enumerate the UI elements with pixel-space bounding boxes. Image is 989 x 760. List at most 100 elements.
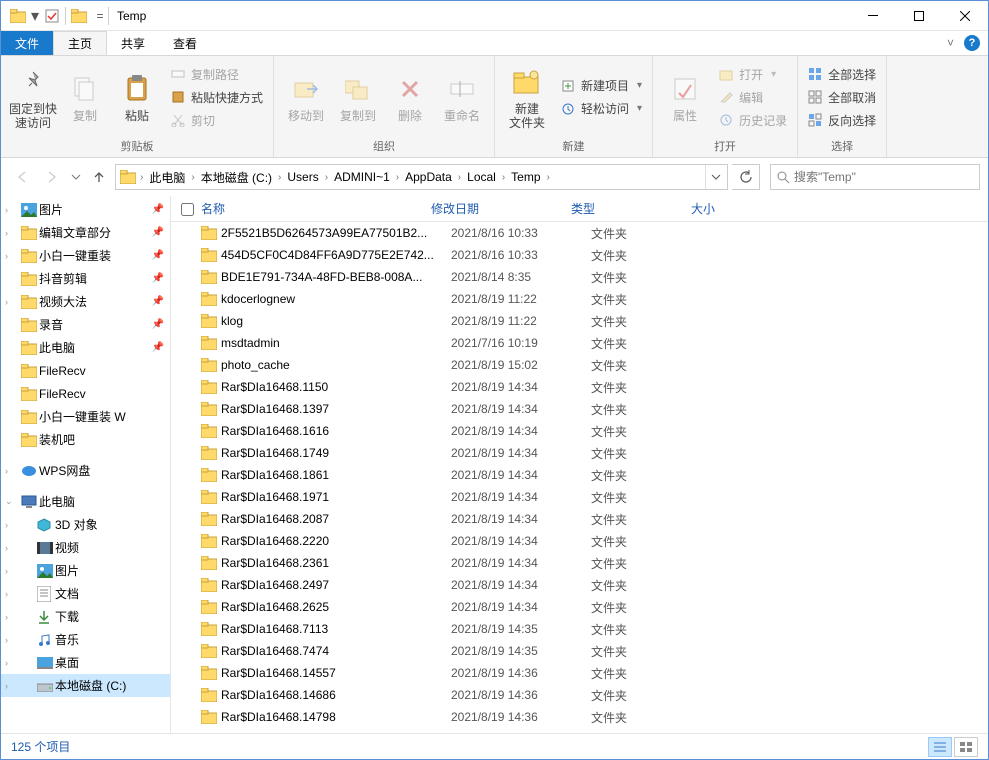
breadcrumb-segment[interactable]: 此电脑 <box>145 169 189 186</box>
properties-button[interactable]: 属性 <box>659 59 711 135</box>
table-row[interactable]: Rar$DIa16468.145572021/8/19 14:36文件夹 <box>171 662 988 684</box>
expand-icon[interactable]: › <box>5 205 8 215</box>
invert-selection-button[interactable]: 反向选择 <box>804 109 880 131</box>
breadcrumb[interactable]: › 此电脑›本地磁盘 (C:)›Users›ADMINI~1›AppData›L… <box>115 164 728 190</box>
search-input[interactable] <box>794 170 973 184</box>
new-folder-button[interactable]: 新建 文件夹 <box>501 59 553 135</box>
maximize-button[interactable] <box>896 1 942 30</box>
nav-item[interactable]: ⌄此电脑 <box>1 490 170 513</box>
table-row[interactable]: Rar$DIa16468.20872021/8/19 14:34文件夹 <box>171 508 988 530</box>
tab-home[interactable]: 主页 <box>53 31 107 55</box>
chevron-right-icon[interactable]: › <box>545 172 552 183</box>
properties-icon[interactable] <box>41 5 63 27</box>
nav-item[interactable]: 此电脑📌 <box>1 336 170 359</box>
easy-access-button[interactable]: 轻松访问▾ <box>557 98 646 120</box>
table-row[interactable]: Rar$DIa16468.22202021/8/19 14:34文件夹 <box>171 530 988 552</box>
chevron-right-icon[interactable]: › <box>138 172 145 183</box>
table-row[interactable]: Rar$DIa16468.16162021/8/19 14:34文件夹 <box>171 420 988 442</box>
nav-item[interactable]: FileRecv <box>1 359 170 382</box>
expand-icon[interactable]: › <box>5 520 8 530</box>
tab-file[interactable]: 文件 <box>1 31 53 55</box>
chevron-right-icon[interactable]: › <box>500 172 507 183</box>
tab-share[interactable]: 共享 <box>107 31 159 55</box>
move-to-button[interactable]: 移动到 <box>280 59 332 135</box>
expand-icon[interactable]: › <box>5 466 8 476</box>
nav-item[interactable]: ›3D 对象 <box>1 513 170 536</box>
delete-button[interactable]: 删除 <box>384 59 436 135</box>
nav-item[interactable]: 录音📌 <box>1 313 170 336</box>
collapse-ribbon-icon[interactable]: ˅ <box>947 36 954 50</box>
paste-button[interactable]: 粘贴 <box>111 59 163 135</box>
table-row[interactable]: msdtadmin2021/7/16 10:19文件夹 <box>171 332 988 354</box>
table-row[interactable]: Rar$DIa16468.146862021/8/19 14:36文件夹 <box>171 684 988 706</box>
close-button[interactable] <box>942 1 988 30</box>
select-all-button[interactable]: 全部选择 <box>804 63 880 85</box>
table-row[interactable]: kdocerlognew2021/8/19 11:22文件夹 <box>171 288 988 310</box>
open-button[interactable]: 打开▾ <box>715 63 791 85</box>
expand-icon[interactable]: › <box>5 612 8 622</box>
table-row[interactable]: Rar$DIa16468.147982021/8/19 14:36文件夹 <box>171 706 988 728</box>
nav-item[interactable]: ›桌面 <box>1 651 170 674</box>
chevron-right-icon[interactable]: › <box>276 172 283 183</box>
copy-to-button[interactable]: 复制到 <box>332 59 384 135</box>
table-row[interactable]: Rar$DIa16468.74742021/8/19 14:35文件夹 <box>171 640 988 662</box>
table-row[interactable]: 2F5521B5D6264573A99EA77501B2...2021/8/16… <box>171 222 988 244</box>
icons-view-button[interactable] <box>954 737 978 757</box>
nav-item[interactable]: ›图片📌 <box>1 198 170 221</box>
nav-item[interactable]: ›下载 <box>1 605 170 628</box>
nav-item[interactable]: FileRecv <box>1 382 170 405</box>
nav-item[interactable]: ›视频大法📌 <box>1 290 170 313</box>
nav-item[interactable]: 抖音剪辑📌 <box>1 267 170 290</box>
expand-icon[interactable]: › <box>5 297 8 307</box>
breadcrumb-segment[interactable]: AppData <box>401 170 456 184</box>
nav-item[interactable]: 装机吧 <box>1 428 170 451</box>
nav-item[interactable]: ›编辑文章部分📌 <box>1 221 170 244</box>
column-type[interactable]: 类型 <box>571 200 691 217</box>
nav-item[interactable]: ›小白一键重装📌 <box>1 244 170 267</box>
expand-icon[interactable]: › <box>5 681 8 691</box>
breadcrumb-segment[interactable]: Local <box>463 170 500 184</box>
table-row[interactable]: Rar$DIa16468.24972021/8/19 14:34文件夹 <box>171 574 988 596</box>
history-button[interactable]: 历史记录 <box>715 109 791 131</box>
chevron-right-icon[interactable]: › <box>189 172 196 183</box>
new-item-button[interactable]: 新建项目▾ <box>557 75 646 97</box>
select-all-checkbox[interactable] <box>181 201 201 215</box>
pin-to-quick-access-button[interactable]: 固定到快 速访问 <box>7 59 59 135</box>
nav-item[interactable]: ›图片 <box>1 559 170 582</box>
nav-item[interactable]: 小白一键重装 W <box>1 405 170 428</box>
breadcrumb-segment[interactable]: Temp <box>507 170 544 184</box>
copy-path-button[interactable]: 复制路径 <box>167 63 267 85</box>
table-row[interactable]: Rar$DIa16468.19712021/8/19 14:34文件夹 <box>171 486 988 508</box>
expand-icon[interactable]: › <box>5 658 8 668</box>
table-row[interactable]: Rar$DIa16468.11502021/8/19 14:34文件夹 <box>171 376 988 398</box>
chevron-right-icon[interactable]: › <box>323 172 330 183</box>
qat-customize-dropdown[interactable]: = <box>94 2 106 30</box>
cut-button[interactable]: 剪切 <box>167 109 267 131</box>
table-row[interactable]: Rar$DIa16468.13972021/8/19 14:34文件夹 <box>171 398 988 420</box>
tab-view[interactable]: 查看 <box>159 31 211 55</box>
table-row[interactable]: Rar$DIa16468.26252021/8/19 14:34文件夹 <box>171 596 988 618</box>
column-size[interactable]: 大小 <box>691 200 751 217</box>
copy-button[interactable]: 复制 <box>59 59 111 135</box>
select-none-button[interactable]: 全部取消 <box>804 86 880 108</box>
refresh-button[interactable] <box>732 164 760 190</box>
table-row[interactable]: photo_cache2021/8/19 15:02文件夹 <box>171 354 988 376</box>
expand-icon[interactable]: › <box>5 251 8 261</box>
column-name[interactable]: 名称 <box>201 200 431 217</box>
breadcrumb-dropdown[interactable] <box>705 165 725 189</box>
table-row[interactable]: BDE1E791-734A-48FD-BEB8-008A...2021/8/14… <box>171 266 988 288</box>
expand-icon[interactable]: › <box>5 543 8 553</box>
recent-dropdown[interactable] <box>69 164 83 190</box>
table-row[interactable]: Rar$DIa16468.17492021/8/19 14:34文件夹 <box>171 442 988 464</box>
nav-item[interactable]: ›音乐 <box>1 628 170 651</box>
help-icon[interactable]: ? <box>964 35 980 51</box>
nav-item[interactable]: ›WPS网盘 <box>1 459 170 482</box>
nav-item[interactable]: ›视频 <box>1 536 170 559</box>
chevron-right-icon[interactable]: › <box>456 172 463 183</box>
expand-icon[interactable]: › <box>5 228 8 238</box>
nav-item[interactable]: ›本地磁盘 (C:) <box>1 674 170 697</box>
table-row[interactable]: 454D5CF0C4D84FF6A9D775E2E742...2021/8/16… <box>171 244 988 266</box>
breadcrumb-segment[interactable]: 本地磁盘 (C:) <box>197 169 276 186</box>
file-list[interactable]: 2F5521B5D6264573A99EA77501B2...2021/8/16… <box>171 222 988 733</box>
nav-item[interactable]: ›文档 <box>1 582 170 605</box>
